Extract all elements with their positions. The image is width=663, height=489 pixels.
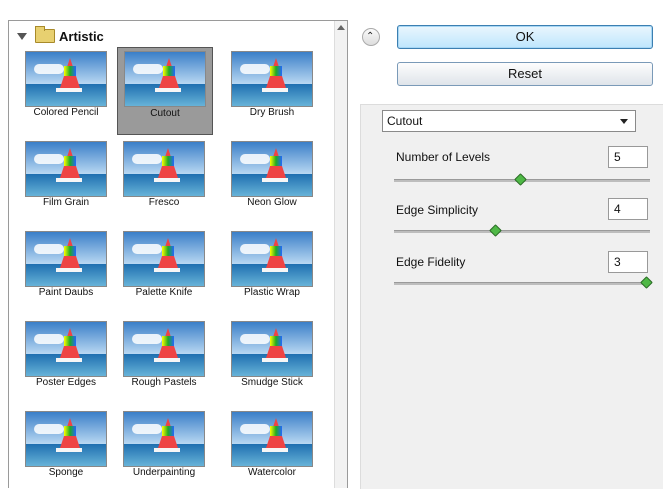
filter-label: Dry Brush — [249, 107, 295, 118]
filter-thumbnail[interactable]: Watercolor — [225, 407, 319, 488]
filter-select[interactable]: Cutout — [382, 110, 636, 132]
filter-label: Sponge — [48, 467, 84, 478]
edge-fidelity-slider[interactable] — [394, 276, 653, 289]
filter-preview-image — [123, 141, 205, 197]
number-of-levels-input[interactable]: 5 — [608, 146, 648, 168]
filter-label: Neon Glow — [247, 197, 297, 208]
filter-preview-image — [123, 231, 205, 287]
folder-icon — [35, 26, 55, 43]
filter-preview-image — [25, 141, 107, 197]
filter-thumbnail[interactable]: Rough Pastels — [117, 317, 211, 403]
collapse-gallery-button[interactable]: ⌃ — [362, 28, 380, 46]
filter-preview-image — [25, 411, 107, 467]
ok-button[interactable]: OK — [397, 25, 653, 49]
filter-thumbnail[interactable]: Paint Daubs — [19, 227, 113, 313]
filter-preview-image — [231, 231, 313, 287]
filter-label: Film Grain — [42, 197, 90, 208]
filter-thumbnail[interactable]: Palette Knife — [117, 227, 211, 313]
filter-thumbnail[interactable]: Sponge — [19, 407, 113, 488]
filter-thumbnail[interactable]: Colored Pencil — [19, 47, 113, 133]
filter-label: Underpainting — [132, 467, 196, 478]
scroll-up-arrow-icon[interactable] — [337, 25, 345, 30]
filter-thumbnail[interactable]: Dry Brush — [225, 47, 319, 133]
category-label: Artistic — [59, 28, 104, 44]
edge-simplicity-input[interactable]: 4 — [608, 198, 648, 220]
expand-triangle-icon[interactable] — [17, 32, 27, 40]
filter-thumbnail[interactable]: Smudge Stick — [225, 317, 319, 403]
filter-label: Watercolor — [248, 467, 296, 478]
filter-select-value: Cutout — [387, 114, 423, 128]
gallery-scrollbar[interactable] — [334, 21, 347, 488]
filter-thumbnail[interactable]: Poster Edges — [19, 317, 113, 403]
number-of-levels-label: Number of Levels — [396, 150, 491, 164]
filter-label: Colored Pencil — [33, 107, 99, 118]
filter-label: Paint Daubs — [38, 287, 94, 298]
filter-label: Poster Edges — [35, 377, 97, 388]
filter-thumbnail[interactable]: Fresco — [117, 137, 211, 223]
chevron-down-icon — [620, 119, 628, 124]
filter-thumbnail[interactable]: Underpainting — [117, 407, 211, 488]
filter-preview-image — [25, 321, 107, 377]
filter-preview-image — [25, 231, 107, 287]
edge-fidelity-label: Edge Fidelity — [396, 255, 466, 269]
filter-preview-image — [231, 321, 313, 377]
filter-label: Fresco — [148, 197, 180, 208]
number-of-levels-slider[interactable] — [394, 173, 650, 186]
reset-button[interactable]: Reset — [397, 62, 653, 86]
filter-thumbnail[interactable]: Film Grain — [19, 137, 113, 223]
filter-label: Rough Pastels — [131, 377, 197, 388]
edge-simplicity-label: Edge Simplicity — [396, 203, 479, 217]
filter-thumbnail[interactable]: Neon Glow — [225, 137, 319, 223]
filter-preview-image — [123, 321, 205, 377]
filter-label: Plastic Wrap — [244, 287, 300, 298]
filter-preview-image — [231, 51, 313, 107]
filter-preview-image — [231, 411, 313, 467]
filter-label: Palette Knife — [135, 287, 193, 298]
filter-label: Cutout — [150, 108, 180, 119]
filter-thumbnail[interactable]: Plastic Wrap — [225, 227, 319, 313]
filter-thumbnail[interactable]: Cutout — [117, 47, 213, 135]
filter-label: Smudge Stick — [241, 377, 303, 388]
edge-fidelity-input[interactable]: 3 — [608, 251, 648, 273]
double-chevron-up-icon: ⌃ — [366, 31, 375, 42]
filter-preview-image — [124, 51, 206, 107]
filter-preview-image — [231, 141, 313, 197]
filter-preview-image — [123, 411, 205, 467]
filter-gallery: Artistic Colored Pencil Cutout Dry Brush Fi… — [8, 20, 348, 488]
category-header[interactable]: Artistic — [17, 26, 104, 45]
filter-preview-image — [25, 51, 107, 107]
gallery-content: Artistic Colored Pencil Cutout Dry Brush Fi… — [9, 21, 337, 488]
top-strip — [0, 0, 663, 9]
edge-simplicity-slider[interactable] — [394, 224, 650, 237]
